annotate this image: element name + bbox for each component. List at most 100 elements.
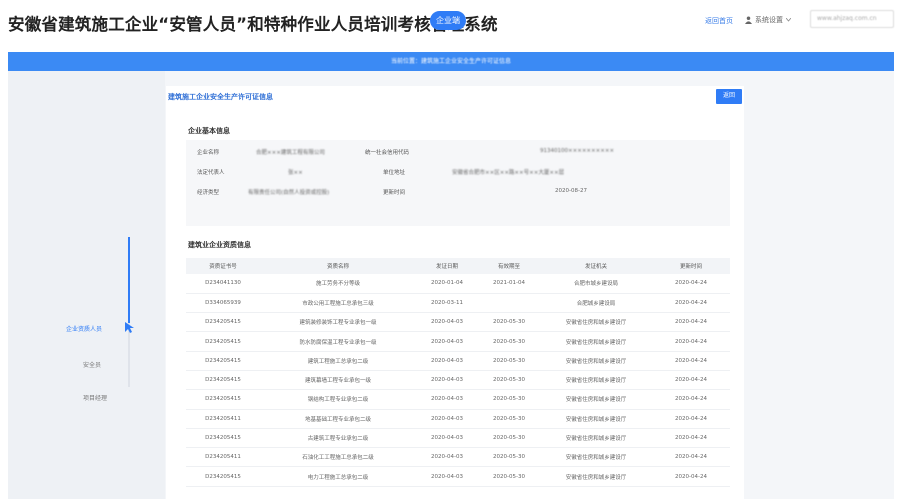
cell-text: 2020-04-03: [431, 415, 463, 422]
sidebar-item-project-manager[interactable]: 项目经理: [83, 393, 107, 402]
qualification-table: 资质证书号 资质名称 发证日期 有效期至 发证机关 更新时间 D23404113…: [186, 258, 730, 487]
breadcrumb-text: 当前位置：建筑施工企业安全生产许可证信息: [390, 58, 511, 65]
table-cell: 2020-05-30: [478, 428, 540, 449]
table-cell: 安徽省住房和城乡建设厅: [540, 331, 652, 352]
cell-text: 建筑工程施工总承包二级: [307, 358, 369, 365]
column-header: 更新时间: [652, 258, 730, 274]
table-cell: 安徽省住房和城乡建设厅: [540, 370, 652, 391]
cell-text: 安徽省住房和城乡建设厅: [565, 358, 627, 365]
table-cell: D234205415: [186, 370, 260, 391]
cell-text: 2020-05-30: [493, 473, 525, 480]
sidebar-item-safety-officer[interactable]: 安全员: [83, 360, 101, 369]
sidebar: [8, 71, 165, 499]
table-cell: 安徽省住房和城乡建设厅: [540, 351, 652, 371]
table-row: D234205411 石油化工工程施工总承包二级 2020-04-03 2020-05…: [186, 447, 730, 468]
table-cell: 2020-05-30: [478, 351, 540, 371]
cell-text: 2020-05-30: [493, 319, 525, 326]
cell-text: 电力工程施工总承包二级: [307, 474, 369, 481]
table-cell: 建筑工程施工总承包二级: [260, 351, 416, 371]
cell-text: D234205415: [205, 357, 241, 364]
update-date-label: 更新时间: [383, 190, 406, 196]
table-cell: 古建筑工程专业承包二级: [260, 428, 416, 449]
cell-text: 安徽省住房和城乡建设厅: [565, 378, 627, 385]
table-cell: D234205415: [186, 389, 260, 410]
back-button[interactable]: 返回: [716, 89, 742, 104]
table-cell: D234041130: [186, 274, 260, 294]
table-cell: 地基基础工程专业承包二级: [260, 409, 416, 429]
table-cell: 2020-05-30: [478, 370, 540, 391]
cell-text: 2020-04-24: [675, 415, 707, 422]
address-label: 单位地址: [383, 170, 406, 176]
cell-text: 2020-04-24: [675, 454, 707, 461]
table-row: D234205415 建筑装修装饰工程专业承包一级 2020-04-03 2020-0…: [186, 312, 730, 333]
econ-type-label: 经济类型: [197, 190, 220, 196]
cell-text: 2021-01-04: [493, 280, 525, 287]
table-cell: 2020-04-03: [416, 370, 478, 391]
cell-text: 2020-04-03: [431, 435, 463, 442]
cell-text: D234205415: [205, 338, 241, 345]
pointer-icon: [125, 322, 134, 333]
cell-text: 建筑幕墙工程专业承包一级: [304, 378, 371, 385]
legal-rep-value: 张××: [288, 170, 303, 176]
cell-text: 2020-04-24: [675, 357, 707, 364]
table-cell: 2020-04-24: [652, 351, 730, 371]
table-cell: 安徽省住房和城乡建设厅: [540, 428, 652, 449]
cell-text: D234205415: [205, 396, 241, 403]
user-menu[interactable]: 系统设置: [745, 15, 791, 25]
app-title: 安徽省建筑施工企业“安管人员”和特种作业人员培训考核管理系统: [8, 15, 498, 34]
table-cell: 2020-04-24: [652, 466, 730, 487]
cell-text: 施工劳务不分等级: [315, 281, 360, 288]
table-row: D234205415 建筑幕墙工程专业承包一级 2020-04-03 2020-05-…: [186, 370, 730, 391]
chevron-down-icon: [786, 18, 791, 22]
table-cell: 2020-04-24: [652, 274, 730, 294]
page-title: 建筑施工企业安全生产许可证信息: [168, 93, 273, 101]
user-menu-label: 系统设置: [755, 16, 783, 24]
cell-text: D234205415: [205, 319, 241, 326]
nav-track-active: [128, 237, 130, 323]
cell-text: 2020-05-30: [493, 338, 525, 345]
table-cell: D234205415: [186, 331, 260, 352]
cell-text: 安徽省住房和城乡建设厅: [565, 436, 627, 443]
table-row: D234205415 钢结构工程专业承包二级 2020-04-03 2020-05-3…: [186, 389, 730, 410]
table-row: D234205415 建筑工程施工总承包二级 2020-04-03 2020-05-3…: [186, 351, 730, 371]
cell-text: 2020-01-04: [431, 280, 463, 287]
table-cell: 安徽省住房和城乡建设厅: [540, 389, 652, 410]
company-name-value: 合肥×××建筑工程有限公司: [256, 150, 325, 156]
cell-text: D334065939: [205, 299, 241, 306]
cell-text: 2020-04-03: [431, 473, 463, 480]
cell-text: 2020-04-24: [675, 435, 707, 442]
site-search-input[interactable]: www.ahjzaq.com.cn: [810, 10, 894, 28]
table-cell: 2020-04-03: [416, 409, 478, 429]
cell-text: 2020-04-03: [431, 377, 463, 384]
table-cell: 合肥市城乡建设局: [540, 274, 652, 294]
table-cell: D234205415: [186, 312, 260, 333]
home-link[interactable]: 返回首页: [705, 16, 733, 26]
table-cell: D334065939: [186, 293, 260, 314]
legal-rep-label: 法定代表人: [197, 170, 225, 176]
table-cell: 2020-01-04: [416, 274, 478, 294]
cell-text: 古建筑工程专业承包二级: [307, 436, 369, 443]
table-cell: D234205415: [186, 351, 260, 371]
table-cell: D234205411: [186, 409, 260, 429]
column-header: 发证机关: [540, 258, 652, 274]
cell-text: 安徽省住房和城乡建设厅: [565, 339, 627, 346]
table-row: D234205411 地基基础工程专业承包二级 2020-04-03 2020-05-…: [186, 409, 730, 429]
table-cell: 2020-04-03: [416, 428, 478, 449]
section-title-basic: 企业基本信息: [188, 127, 230, 135]
table-cell: D234205415: [186, 428, 260, 449]
user-icon: [745, 16, 752, 24]
table-cell: 施工劳务不分等级: [260, 274, 416, 294]
table-cell: 电力工程施工总承包二级: [260, 466, 416, 487]
portal-badge: 企业端: [430, 11, 466, 30]
address-value: 安徽省合肥市××区××路××号××大厦××层: [452, 170, 565, 176]
column-header: 资质证书号: [186, 258, 260, 274]
table-cell: 安徽省住房和城乡建设厅: [540, 312, 652, 333]
cell-text: 合肥城乡建设局: [576, 300, 616, 307]
cell-text: 2020-04-24: [675, 338, 707, 345]
econ-type-value: 有限责任公司(自然人投资或控股): [248, 190, 330, 196]
cell-text: 安徽省住房和城乡建设厅: [565, 320, 627, 327]
cell-text: 2020-04-03: [431, 338, 463, 345]
cell-text: 2020-05-30: [493, 377, 525, 384]
sidebar-item-qualified-personnel[interactable]: 企业资质人员: [66, 324, 102, 333]
cell-text: D234205415: [205, 377, 241, 384]
